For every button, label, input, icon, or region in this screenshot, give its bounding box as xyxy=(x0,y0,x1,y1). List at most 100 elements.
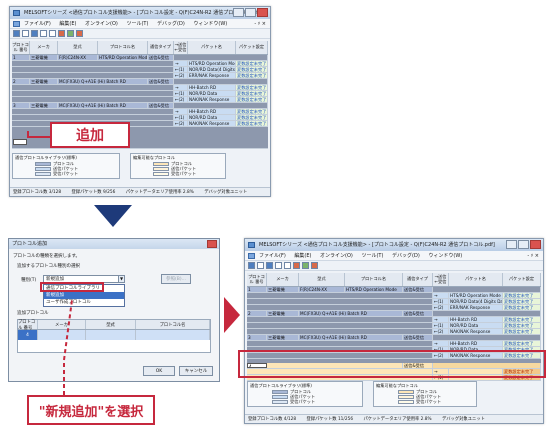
doc-icon xyxy=(248,253,255,259)
packet-setting-link[interactable]: 変数設定未完了 xyxy=(503,329,541,334)
mdi-controls[interactable]: - ♯ × xyxy=(254,19,266,29)
dropdown-item-selected[interactable]: 新規追加 xyxy=(44,292,124,299)
read-icon[interactable] xyxy=(76,30,83,37)
packet-setting-link[interactable]: 変数設定未完了 xyxy=(503,305,541,310)
paste-icon[interactable] xyxy=(293,262,300,269)
packet-setting-link[interactable]: 変数設定未完了 xyxy=(236,109,268,114)
menu-debug[interactable]: デバッグ(D) xyxy=(392,253,420,259)
status-area-usage: パケットデータエリア使用率 2.8% xyxy=(125,190,194,195)
browse-button[interactable]: 参照(B)... xyxy=(161,274,191,284)
dropdown-highlight xyxy=(40,282,104,292)
packet-setting-link[interactable]: 変数設定未完了 xyxy=(503,341,541,346)
col-packet-name: パケット名 xyxy=(188,41,236,54)
swatch-send xyxy=(35,166,51,171)
open-icon[interactable] xyxy=(257,262,264,269)
dialog-title-bar: プロトコル追加 xyxy=(9,239,219,249)
menu-edit[interactable]: 編集(E) xyxy=(294,253,311,259)
col-direction: →送信 ←受信 xyxy=(174,41,188,54)
open-icon[interactable] xyxy=(22,30,29,37)
packet-setting-link[interactable]: 変数設定未完了 xyxy=(236,67,268,72)
ok-button[interactable]: OK xyxy=(143,366,175,376)
col-packet-name: パケット名 xyxy=(449,273,503,286)
cut-icon[interactable] xyxy=(40,30,47,37)
packet-name: HTS/RD Operation Mode xyxy=(188,61,236,66)
save-icon[interactable] xyxy=(266,262,273,269)
col-model: 型式 xyxy=(299,273,345,286)
packet-setting-link[interactable]: 変数設定未完了 xyxy=(503,293,541,298)
packet-setting-link[interactable]: 変数設定未完了 xyxy=(503,317,541,322)
dropdown-item[interactable]: ユーザ作成プロトコル xyxy=(44,299,124,306)
grid-header: プロトコル 番号 メーカ 型式 プロトコル名 通信タイプ →送信 ←受信 パケッ… xyxy=(247,273,541,287)
packet-setting-link[interactable]: 変数設定未完了 xyxy=(236,121,268,126)
cut-icon[interactable] xyxy=(275,262,282,269)
select-new-callout: "新規追加"を選択 xyxy=(27,395,155,425)
menu-bar: ファイル(F) 編集(E) オンライン(O) ツール(T) デバッグ(D) ウィ… xyxy=(245,251,543,261)
packet-setting-link[interactable]: 変数設定未完了 xyxy=(236,73,268,78)
close-button[interactable] xyxy=(207,240,217,248)
new-icon[interactable] xyxy=(13,30,20,37)
close-button[interactable] xyxy=(530,240,541,249)
direction: → xyxy=(174,85,188,90)
maximize-button[interactable] xyxy=(518,240,529,249)
blank xyxy=(12,109,174,114)
read-icon[interactable] xyxy=(311,262,318,269)
maximize-button[interactable] xyxy=(245,8,256,17)
mdi-controls[interactable]: - ♯ × xyxy=(527,251,539,261)
col-maker: メーカ xyxy=(38,320,86,329)
chevron-down-icon[interactable]: ▼ xyxy=(118,276,124,282)
packet-name: NAK/NAK Response xyxy=(188,97,236,102)
status-bar: 登録プロトコル数 3/128 登録パケット数 9/256 パケットデータエリア使… xyxy=(10,187,270,196)
packet-setting-link[interactable]: 変数設定未完了 xyxy=(236,115,268,120)
packet-setting-link[interactable]: 変数設定未完了 xyxy=(503,299,541,304)
menu-window[interactable]: ウィンドウ(W) xyxy=(428,253,462,259)
comm-type: 送信&受信 xyxy=(148,55,174,60)
model-cell xyxy=(86,330,136,340)
packet-setting-link[interactable]: 変数設定未完了 xyxy=(236,61,268,66)
blank xyxy=(12,91,174,96)
packet-setting-link[interactable]: 変数設定未完了 xyxy=(236,85,268,90)
type-label: 種別(T) xyxy=(21,278,37,283)
cancel-button[interactable]: キャンセル xyxy=(179,366,213,376)
protocol-settings-window-result: MELSOFTシリーズ <通信プロトコル支援機能> - [プロトコル設定 - Q… xyxy=(244,238,544,424)
maker-cell xyxy=(38,330,86,340)
swatch-protocol xyxy=(398,389,414,394)
status-packet-count: 登録パケット数 11/256 xyxy=(306,417,354,422)
menu-file[interactable]: ファイル(F) xyxy=(259,253,286,259)
menu-tool[interactable]: ツール(T) xyxy=(126,21,148,27)
write-icon[interactable] xyxy=(67,30,74,37)
close-button[interactable] xyxy=(257,8,268,17)
packet-setting-link[interactable]: 変数設定未完了 xyxy=(503,323,541,328)
menu-online[interactable]: オンライン(O) xyxy=(320,253,353,259)
direction: → xyxy=(174,61,188,66)
menu-window[interactable]: ウィンドウ(W) xyxy=(193,21,227,27)
packet-name: HH-Batch RD xyxy=(188,85,236,90)
empty-row-cursor[interactable] xyxy=(13,139,27,145)
write-icon[interactable] xyxy=(302,262,309,269)
minimize-button[interactable] xyxy=(233,8,244,17)
copy-icon[interactable] xyxy=(284,262,291,269)
packet-setting-link[interactable]: 変数設定未完了 xyxy=(236,97,268,102)
new-icon[interactable] xyxy=(248,262,255,269)
swatch-protocol xyxy=(272,389,288,394)
col-protocol-no: プロトコル 番号 xyxy=(18,320,38,331)
protocol-no: 1 xyxy=(247,287,267,292)
menu-debug[interactable]: デバッグ(D) xyxy=(157,21,185,27)
col-maker: メーカ xyxy=(30,41,58,54)
protocol-name: HTS/RD Operation Mode xyxy=(99,55,148,60)
menu-tool[interactable]: ツール(T) xyxy=(361,253,383,259)
menu-online[interactable]: オンライン(O) xyxy=(85,21,118,27)
paste-icon[interactable] xyxy=(58,30,65,37)
col-packet-setting: パケット設定 xyxy=(236,41,268,54)
menu-edit[interactable]: 編集(E) xyxy=(59,21,76,27)
copy-icon[interactable] xyxy=(49,30,56,37)
blank xyxy=(247,323,433,328)
minimize-button[interactable] xyxy=(506,240,517,249)
maker: 三菱電機 xyxy=(267,287,299,292)
blank xyxy=(174,55,268,60)
save-icon[interactable] xyxy=(31,30,38,37)
packet-setting-link[interactable]: 変数設定未完了 xyxy=(236,91,268,96)
menu-file[interactable]: ファイル(F) xyxy=(24,21,51,27)
packet-name: ERR/NAK Response xyxy=(449,305,503,310)
table-row[interactable]: 4 xyxy=(18,330,210,340)
window-title: MELSOFTシリーズ <通信プロトコル支援機能> - [プロトコル設定 - Q… xyxy=(259,242,495,248)
